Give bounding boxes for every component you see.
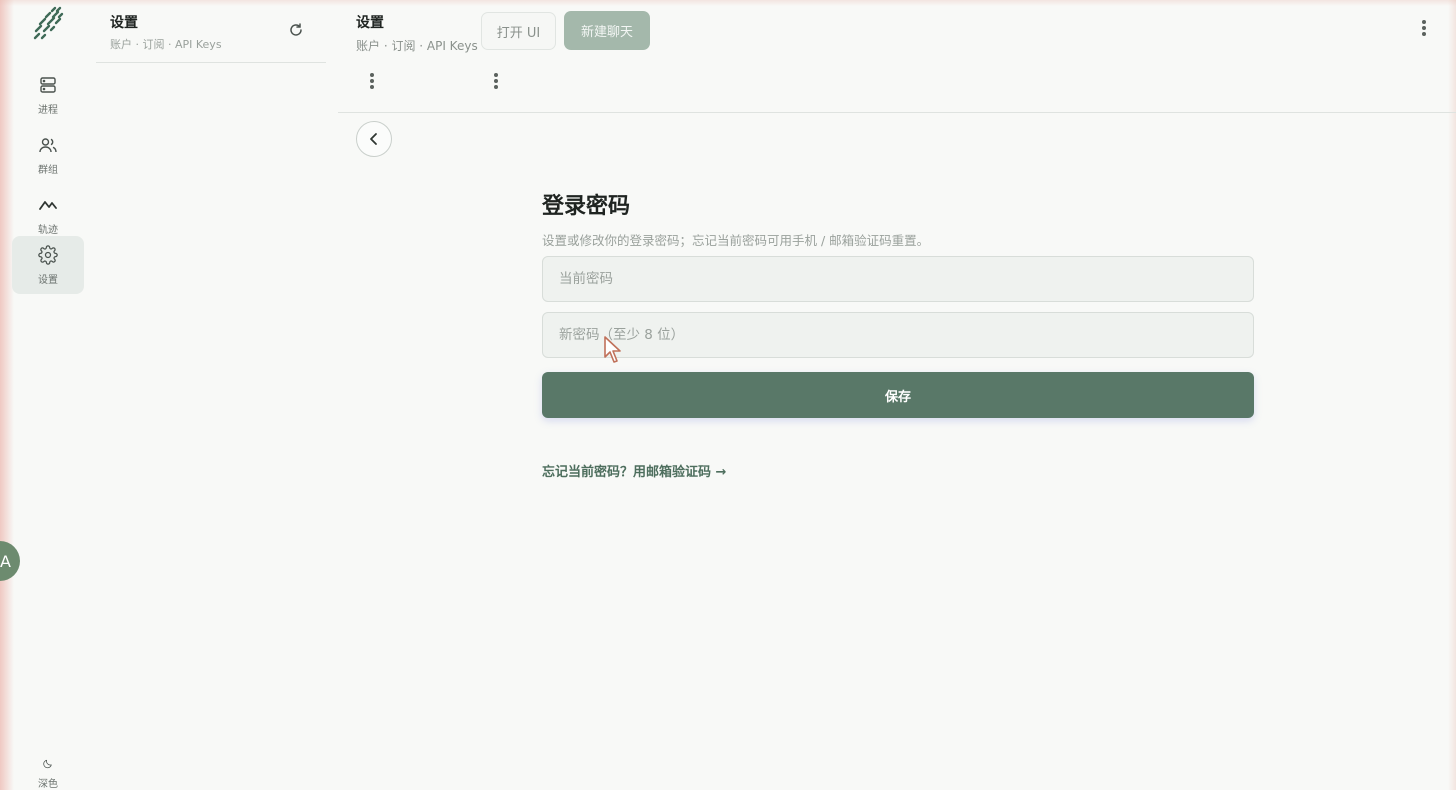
theme-label: 深色: [38, 779, 58, 790]
server-icon: [40, 76, 56, 93]
mouse-cursor-icon: [604, 336, 621, 363]
avatar[interactable]: A: [0, 541, 20, 581]
gear-icon: [38, 244, 58, 265]
theme-toggle[interactable]: 深色: [30, 758, 66, 790]
chevron-left-icon: [370, 133, 377, 145]
back-button[interactable]: [356, 121, 392, 157]
open-ui-button[interactable]: 打开 UI: [481, 12, 556, 50]
new-password-input[interactable]: [542, 312, 1254, 358]
nav-item-label: 设置: [38, 274, 58, 286]
more-menu-icon[interactable]: [366, 71, 378, 93]
current-password-input[interactable]: [542, 256, 1254, 302]
new-chat-button[interactable]: 新建聊天: [564, 11, 650, 50]
save-button[interactable]: 保存: [542, 372, 1254, 418]
moon-icon: [43, 759, 52, 769]
main-header: 设置 账户 · 订阅 · API Keys 打开 UI 新建聊天: [338, 0, 1456, 113]
password-form: 登录密码 设置或修改你的登录密码；忘记当前密码可用手机 / 邮箱验证码重置。 保…: [542, 188, 1254, 480]
more-menu-icon[interactable]: [490, 71, 502, 93]
nav-item-label: 轨迹: [38, 224, 58, 236]
nav-item-processes[interactable]: 进程: [12, 66, 84, 124]
avatar-initial: A: [0, 551, 11, 571]
more-menu-icon[interactable]: [1418, 18, 1430, 40]
nav-item-label: 群组: [38, 164, 58, 176]
list-title: 设置: [110, 15, 138, 31]
refresh-icon[interactable]: [288, 22, 304, 38]
nav-item-label: 进程: [38, 104, 58, 116]
page-subtitle: 账户 · 订阅 · API Keys: [356, 39, 478, 53]
nav-item-groups[interactable]: 群组: [12, 126, 84, 184]
page-title: 设置: [356, 15, 384, 31]
forgot-password-link[interactable]: 忘记当前密码？用邮箱验证码 →: [542, 461, 726, 480]
list-pane: 设置 账户 · 订阅 · API Keys: [96, 0, 328, 790]
list-subtitle: 账户 · 订阅 · API Keys: [110, 38, 222, 51]
form-title: 登录密码: [542, 194, 631, 219]
users-icon: [39, 137, 57, 152]
nav-item-settings[interactable]: 设置: [12, 236, 84, 294]
logo-icon[interactable]: [32, 6, 66, 42]
form-description: 设置或修改你的登录密码；忘记当前密码可用手机 / 邮箱验证码重置。: [542, 233, 930, 248]
main-pane: 设置 账户 · 订阅 · API Keys 打开 UI 新建聊天 登录密码 设置…: [338, 0, 1456, 790]
trend-icon: [39, 200, 57, 210]
nav-rail: 进程 群组 轨迹 设置 A 深色: [0, 0, 96, 790]
list-header: 设置 账户 · 订阅 · API Keys: [96, 0, 326, 63]
